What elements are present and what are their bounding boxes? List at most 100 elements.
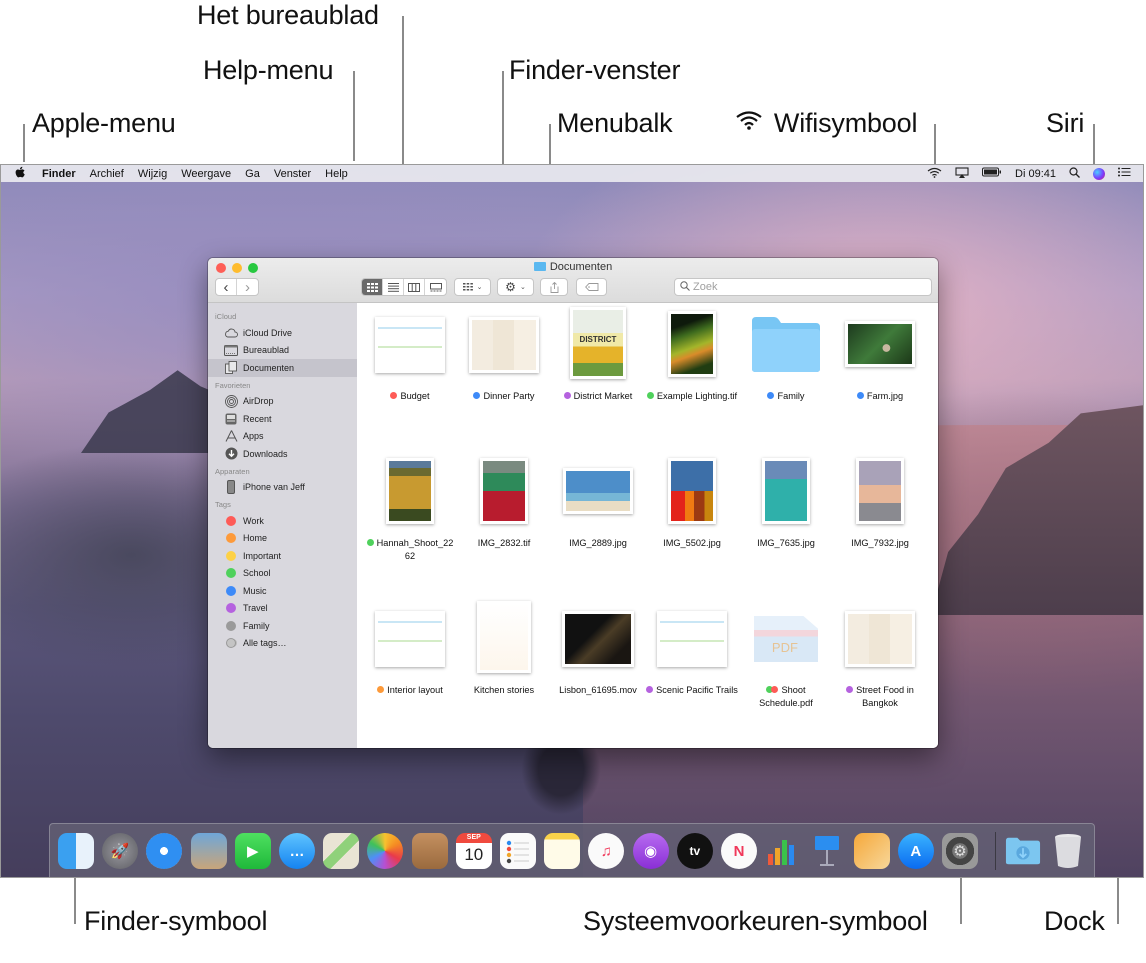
dock-downloads-folder-icon[interactable] xyxy=(1005,833,1041,869)
sidebar-item-icloud-drive[interactable]: iCloud Drive xyxy=(208,324,357,342)
action-control: ⚙ ⌄ xyxy=(497,278,534,296)
sidebar-tag-music[interactable]: Music xyxy=(208,582,357,600)
spotlight-search-icon[interactable] xyxy=(1069,166,1080,181)
sidebar-tag-family[interactable]: Family xyxy=(208,617,357,635)
file-item[interactable]: PDF Shoot Schedule.pdf xyxy=(739,597,833,744)
sidebar-tag-travel[interactable]: Travel xyxy=(208,600,357,618)
dock-tv-icon[interactable]: tv xyxy=(676,833,713,869)
sidebar-tag-label: Travel xyxy=(243,603,268,614)
search-field[interactable]: Zoek xyxy=(674,278,932,296)
finder-window[interactable]: Documenten ‹ › ⌄ ⚙ ⌄ Zoek iCloud iCloud … xyxy=(208,258,938,748)
desktop-icon xyxy=(224,344,238,356)
dock-news-icon[interactable]: N xyxy=(721,833,757,869)
file-item[interactable]: Street Food in Bangkok xyxy=(833,597,927,744)
menu-weergave[interactable]: Weergave xyxy=(181,168,231,180)
menu-finder[interactable]: Finder xyxy=(42,168,76,180)
dock-calendar-icon[interactable]: SEP 10 xyxy=(455,833,492,869)
dock-finder-icon[interactable] xyxy=(58,833,94,869)
file-item[interactable]: Interior layout xyxy=(363,597,457,744)
dock-safari-icon[interactable] xyxy=(146,833,183,869)
airplay-icon[interactable] xyxy=(955,166,969,181)
facetime-glyph: ▶ xyxy=(247,843,259,860)
file-item[interactable]: IMG_7635.jpg xyxy=(739,450,833,597)
sidebar-tag-work[interactable]: Work xyxy=(208,512,357,530)
file-name: IMG_2889.jpg xyxy=(551,537,645,550)
dock-pages-icon[interactable] xyxy=(853,833,890,869)
file-item[interactable]: DISTRICT District Market xyxy=(551,303,645,450)
desktop[interactable]: Finder Archief Wijzig Weergave Ga Venste… xyxy=(0,164,1144,878)
dock-maps-icon[interactable] xyxy=(323,833,360,869)
dock-reminders-icon[interactable] xyxy=(500,833,536,869)
file-item[interactable]: Family xyxy=(739,303,833,450)
action-menu-button[interactable]: ⚙ ⌄ xyxy=(497,278,534,296)
menu-wijzig[interactable]: Wijzig xyxy=(138,168,167,180)
sidebar-tag-important[interactable]: Important xyxy=(208,547,357,565)
column-view-button[interactable] xyxy=(404,279,425,295)
dock-appstore-icon[interactable]: A xyxy=(897,833,934,869)
file-browser[interactable]: Budget Dinner Party DISTRICT District Marke… xyxy=(357,303,938,748)
sidebar-item-bureaublad[interactable]: Bureaublad xyxy=(208,342,357,360)
dock-facetime-icon[interactable]: ▶ xyxy=(234,833,271,869)
file-item[interactable]: Kitchen stories xyxy=(457,597,551,744)
menu-help[interactable]: Help xyxy=(325,168,348,180)
sidebar-section-tags: Tags xyxy=(215,500,231,509)
file-item[interactable]: IMG_2889.jpg xyxy=(551,450,645,597)
back-button[interactable]: ‹ xyxy=(216,279,237,295)
finder-titlebar[interactable]: Documenten ‹ › ⌄ ⚙ ⌄ Zoek xyxy=(208,258,938,303)
dock-system-preferences-icon[interactable]: ⚙ xyxy=(942,833,978,869)
sidebar-item-recent[interactable]: Recent xyxy=(208,410,357,428)
dock-music-icon[interactable]: ♫ xyxy=(588,833,625,869)
columns-icon xyxy=(408,282,420,292)
dock-notes-icon[interactable] xyxy=(544,833,581,869)
file-name-text: IMG_5502.jpg xyxy=(663,538,721,548)
group-by-button[interactable]: ⌄ xyxy=(454,278,491,296)
dock-launchpad-icon[interactable]: 🚀 xyxy=(102,833,139,869)
file-item[interactable]: IMG_7932.jpg xyxy=(833,450,927,597)
file-thumbnail xyxy=(375,611,445,667)
dock-messages-icon[interactable]: … xyxy=(279,833,315,869)
file-item[interactable]: Scenic Pacific Trails xyxy=(645,597,739,744)
file-item[interactable]: IMG_2832.tif xyxy=(457,450,551,597)
dock-podcasts-icon[interactable]: ◉ xyxy=(632,833,669,869)
list-view-button[interactable] xyxy=(383,279,404,295)
file-item[interactable]: Dinner Party xyxy=(457,303,551,450)
dock-contacts-icon[interactable] xyxy=(411,833,448,869)
icon-view-button[interactable] xyxy=(362,279,383,295)
sidebar-tag-home[interactable]: Home xyxy=(208,530,357,548)
file-item[interactable]: Hannah_Shoot_22​62 xyxy=(363,450,457,597)
battery-icon[interactable] xyxy=(982,167,1002,180)
wifi-menu-icon[interactable] xyxy=(927,167,942,181)
dock-trash-icon[interactable] xyxy=(1050,833,1086,869)
dock-keynote-icon[interactable] xyxy=(809,833,845,869)
edit-tags-button[interactable] xyxy=(576,278,607,296)
notification-center-icon[interactable] xyxy=(1118,167,1131,180)
share-button[interactable] xyxy=(540,278,568,296)
file-item[interactable]: IMG_5502.jpg xyxy=(645,450,739,597)
sidebar-item-apps[interactable]: Apps xyxy=(208,428,357,446)
file-name-text: IMG_7932.jpg xyxy=(851,538,909,548)
sidebar-item-iphone[interactable]: iPhone van Jeff xyxy=(208,479,357,497)
apple-menu[interactable] xyxy=(15,166,26,182)
menu-archief[interactable]: Archief xyxy=(90,168,124,180)
sidebar-tag-school[interactable]: School xyxy=(208,565,357,583)
file-item[interactable]: Farm.jpg xyxy=(833,303,927,450)
sidebar-item-airdrop[interactable]: AirDrop xyxy=(208,393,357,411)
sidebar-tag-alle-tags[interactable]: Alle tags… xyxy=(208,635,357,653)
menu-ga[interactable]: Ga xyxy=(245,168,260,180)
dock-mail-icon[interactable] xyxy=(190,833,227,869)
siri-icon[interactable] xyxy=(1093,167,1105,180)
sidebar-item-documenten[interactable]: Documenten xyxy=(208,359,357,377)
callout-finder-symbool: Finder-symbool xyxy=(84,906,268,936)
sidebar-item-downloads[interactable]: Downloads xyxy=(208,445,357,463)
gallery-view-button[interactable] xyxy=(425,279,446,295)
dock-numbers-icon[interactable] xyxy=(765,833,801,869)
menu-venster[interactable]: Venster xyxy=(274,168,311,180)
file-item[interactable]: Lisbon_61695.mov xyxy=(551,597,645,744)
menu-clock[interactable]: Di 09:41 xyxy=(1015,168,1056,180)
forward-button[interactable]: › xyxy=(237,279,258,295)
file-name: IMG_7635.jpg xyxy=(739,537,833,550)
file-item[interactable]: Example Lighting.tif xyxy=(645,303,739,450)
file-thumbnail xyxy=(469,317,539,373)
dock-photos-icon[interactable] xyxy=(367,833,404,869)
file-item[interactable]: Budget xyxy=(363,303,457,450)
